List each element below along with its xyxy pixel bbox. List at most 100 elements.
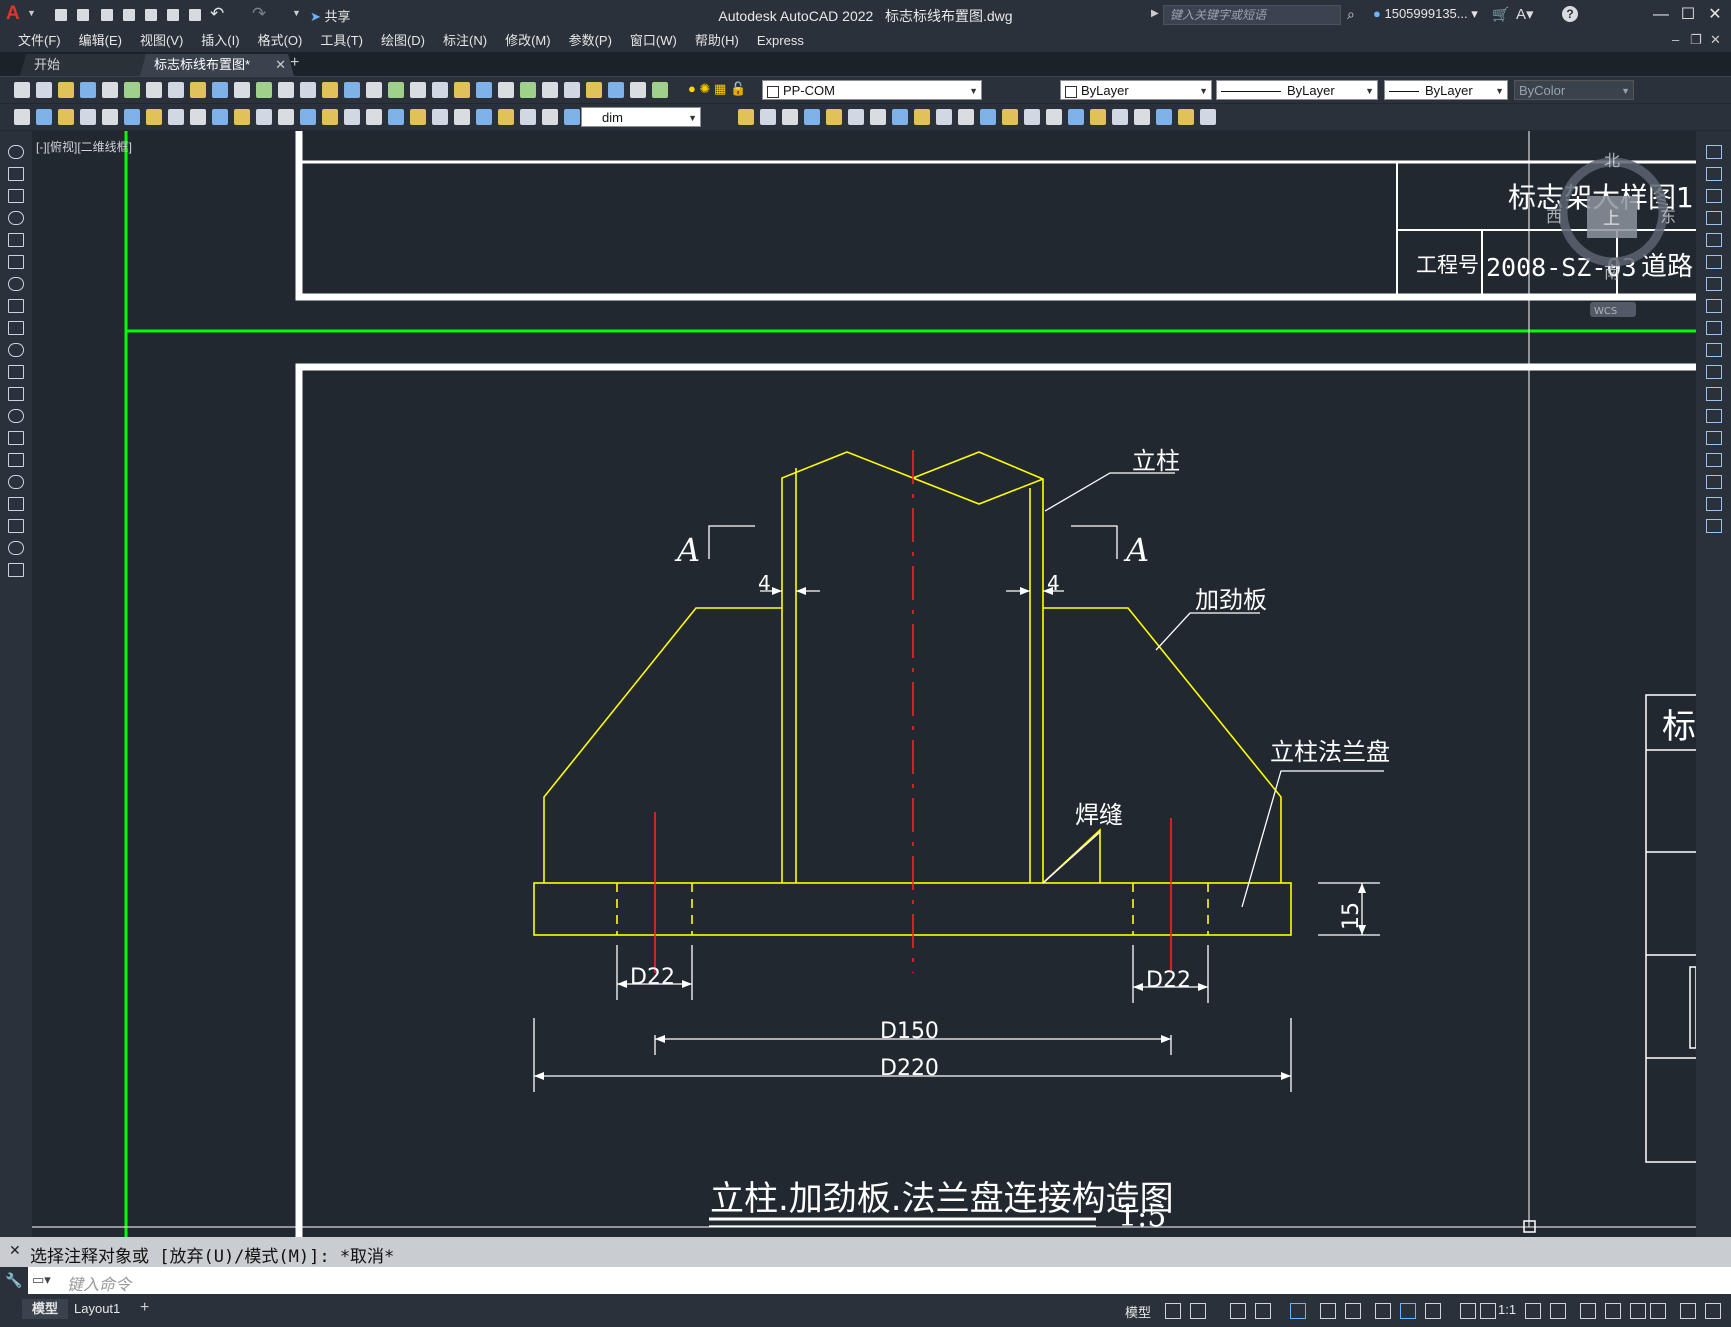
status-toggle-icon[interactable] [1605, 1303, 1621, 1319]
status-toggle-icon[interactable] [1190, 1303, 1206, 1319]
color-dropdown[interactable]: ByLayer ▼ [1060, 80, 1212, 100]
menu-express[interactable]: Express [748, 30, 813, 52]
toolbar-tool-icon[interactable] [476, 109, 492, 125]
tab-close-icon[interactable]: ✕ [275, 54, 286, 76]
toolbar-tool-icon[interactable] [168, 82, 184, 98]
toolbar-tool-icon[interactable] [410, 82, 426, 98]
toolbar-tool-icon[interactable] [738, 109, 754, 125]
menu-draw[interactable]: 绘图(D) [372, 30, 434, 52]
draw-tool-icon[interactable] [8, 189, 24, 203]
toolbar-tool-icon[interactable] [1002, 109, 1018, 125]
status-toggle-icon[interactable] [1345, 1303, 1361, 1319]
toolbar-tool-icon[interactable] [870, 109, 886, 125]
doc-minimize-button[interactable]: – [1672, 32, 1679, 47]
modify-tool-icon[interactable] [1706, 387, 1722, 401]
toolbar-tool-icon[interactable] [542, 109, 558, 125]
toolbar-tool-icon[interactable] [608, 82, 624, 98]
toolbar-tool-icon[interactable] [146, 109, 162, 125]
toolbar-tool-icon[interactable] [80, 82, 96, 98]
draw-tool-icon[interactable] [8, 563, 24, 577]
customize-wrench-icon[interactable]: 🔧 [0, 1267, 28, 1294]
toolbar-tool-icon[interactable] [782, 109, 798, 125]
doc-close-button[interactable]: ✕ [1710, 32, 1721, 48]
draw-tool-icon[interactable] [8, 387, 24, 401]
draw-tool-icon[interactable] [8, 475, 24, 489]
status-toggle-icon[interactable] [1165, 1303, 1181, 1319]
close-button[interactable]: ✕ [1702, 5, 1728, 25]
toolbar-tool-icon[interactable] [14, 82, 30, 98]
draw-tool-icon[interactable] [8, 431, 24, 445]
toolbar-tool-icon[interactable] [1046, 109, 1062, 125]
drawing-svg[interactable]: 标志架大样图1 工程号 2008-SZ-03 道路 标 [32, 131, 1696, 1237]
toolbar-tool-icon[interactable] [36, 82, 52, 98]
recent-commands-icon[interactable]: ▭▾ [32, 1272, 60, 1288]
modify-tool-icon[interactable] [1706, 365, 1722, 379]
search-expand-icon[interactable]: ▶ [1151, 8, 1159, 19]
help-icon[interactable]: ? [1562, 6, 1578, 22]
status-toggle-icon[interactable] [1290, 1303, 1306, 1319]
toolbar-tool-icon[interactable] [1200, 109, 1216, 125]
toolbar-tool-icon[interactable] [760, 109, 776, 125]
status-toggle-icon[interactable] [1550, 1303, 1566, 1319]
new-tab-icon[interactable]: + [290, 54, 299, 72]
layer-dropdown[interactable]: PP-COM ▼ [762, 80, 982, 100]
toolbar-tool-icon[interactable] [234, 82, 250, 98]
toolbar-tool-icon[interactable] [366, 109, 382, 125]
toolbar-tool-icon[interactable] [520, 82, 536, 98]
menu-tools[interactable]: 工具(T) [311, 30, 372, 52]
toolbar-tool-icon[interactable] [804, 109, 820, 125]
command-input[interactable]: 键入命令 [67, 1271, 131, 1295]
toolbar-tool-icon[interactable] [212, 109, 228, 125]
toolbar-tool-icon[interactable] [848, 109, 864, 125]
toolbar-tool-icon[interactable] [102, 109, 118, 125]
status-toggle-icon[interactable] [1425, 1303, 1441, 1319]
modify-tool-icon[interactable] [1706, 409, 1722, 423]
modify-tool-icon[interactable] [1706, 145, 1722, 159]
modify-tool-icon[interactable] [1706, 497, 1722, 511]
toolbar-tool-icon[interactable] [498, 109, 514, 125]
toolbar-tool-icon[interactable] [542, 82, 558, 98]
command-line[interactable]: 🔧 ▭▾ 键入命令 [0, 1267, 1731, 1294]
toolbar-tool-icon[interactable] [1090, 109, 1106, 125]
tab-drawing[interactable]: 标志标线布置图* ✕ [140, 54, 294, 76]
draw-tool-icon[interactable] [8, 541, 24, 555]
modify-tool-icon[interactable] [1706, 233, 1722, 247]
toolbar-tool-icon[interactable] [146, 82, 162, 98]
user-account[interactable]: ● 1505999135... ▾ [1373, 6, 1478, 22]
toolbar-tool-icon[interactable] [936, 109, 952, 125]
status-toggle-icon[interactable] [1580, 1303, 1596, 1319]
modify-tool-icon[interactable] [1706, 255, 1722, 269]
draw-tool-icon[interactable] [8, 365, 24, 379]
toolbar-tool-icon[interactable] [102, 82, 118, 98]
toolbar-tool-icon[interactable] [278, 82, 294, 98]
toolbar-tool-icon[interactable] [498, 82, 514, 98]
toolbar-tool-icon[interactable] [124, 109, 140, 125]
modify-tool-icon[interactable] [1706, 189, 1722, 203]
toolbar-tool-icon[interactable] [322, 82, 338, 98]
status-toggle-icon[interactable] [1375, 1303, 1391, 1319]
toolbar-tool-icon[interactable] [432, 109, 448, 125]
draw-tool-icon[interactable] [8, 453, 24, 467]
modify-tool-icon[interactable] [1706, 519, 1722, 533]
menu-insert[interactable]: 插入(I) [192, 30, 248, 52]
toolbar-tool-icon[interactable] [58, 109, 74, 125]
plotstyle-dropdown[interactable]: ByColor ▼ [1514, 80, 1634, 100]
toolbar-tool-icon[interactable] [388, 109, 404, 125]
menu-format[interactable]: 格式(O) [249, 30, 312, 52]
draw-tool-icon[interactable] [8, 145, 24, 159]
toolbar-tool-icon[interactable] [454, 82, 470, 98]
toolbar-tool-icon[interactable] [14, 109, 30, 125]
close-command-icon[interactable]: ✕ [9, 1242, 21, 1259]
toolbar-tool-icon[interactable] [1068, 109, 1084, 125]
toolbar-tool-icon[interactable] [630, 82, 646, 98]
draw-tool-icon[interactable] [8, 255, 24, 269]
toolbar-tool-icon[interactable] [914, 109, 930, 125]
menu-parametric[interactable]: 参数(P) [560, 30, 621, 52]
toolbar-tool-icon[interactable] [36, 109, 52, 125]
toolbar-tool-icon[interactable] [124, 82, 140, 98]
dimstyle-dropdown[interactable]: dim ▼ [581, 107, 701, 127]
toolbar-tool-icon[interactable] [80, 109, 96, 125]
status-toggle-icon[interactable] [1480, 1303, 1496, 1319]
drawing-canvas[interactable]: 标志架大样图1 工程号 2008-SZ-03 道路 标 [32, 131, 1696, 1237]
toolbar-tool-icon[interactable] [300, 109, 316, 125]
